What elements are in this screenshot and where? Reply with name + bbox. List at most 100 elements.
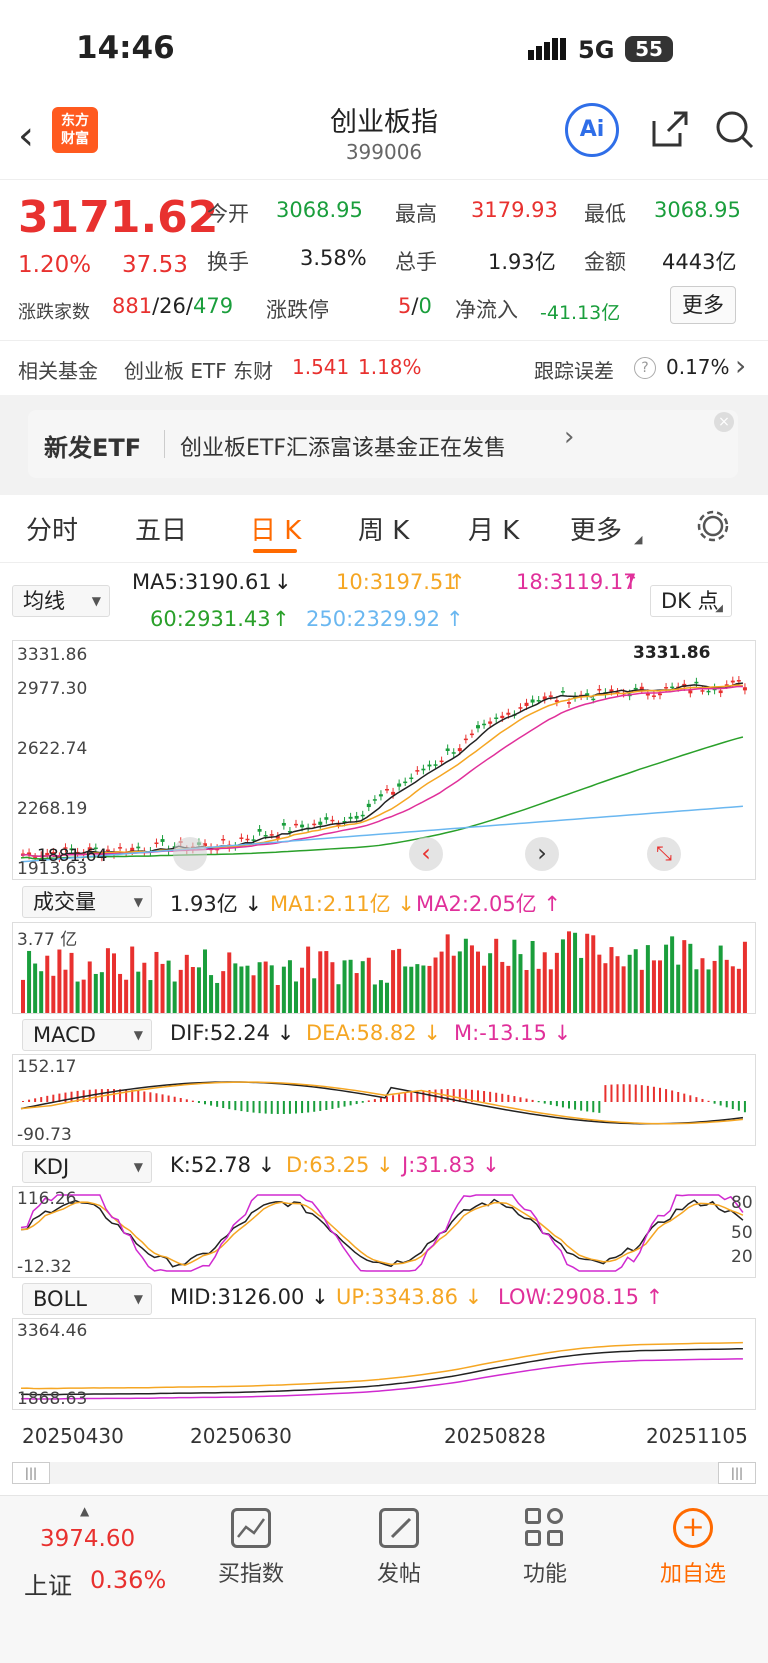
fullscreen-icon[interactable]: ⤡	[647, 837, 681, 871]
close-icon[interactable]: ×	[714, 412, 734, 432]
ai-button[interactable]: Ai	[565, 103, 619, 157]
tab-five-day[interactable]: 五日	[135, 510, 187, 547]
tab-weekly-k[interactable]: 周 K	[358, 510, 409, 547]
volume-bar	[639, 969, 644, 1013]
scroll-left-icon[interactable]: ‹	[409, 837, 443, 871]
sh-index-name[interactable]: 上证	[24, 1566, 72, 1601]
kdj-y-max: 116.26	[17, 1189, 77, 1209]
volume-bar	[724, 959, 729, 1013]
volume-bar	[99, 972, 104, 1013]
volume-value: 1.93亿	[488, 250, 556, 274]
kdj-lines	[20, 1194, 744, 1272]
macd-bar	[204, 1101, 206, 1105]
functions-button[interactable]: 功能	[490, 1508, 600, 1588]
volume-bar	[130, 946, 135, 1013]
battery-icon: 55	[625, 36, 673, 62]
macd-histogram	[20, 1081, 746, 1125]
sh-index-value[interactable]: 3974.60	[40, 1526, 135, 1552]
series-line	[20, 1081, 744, 1125]
candle	[354, 815, 359, 819]
volume-bar	[615, 956, 620, 1013]
ma-selector[interactable]: 均线 ▼	[12, 585, 110, 617]
macd-bar	[355, 1101, 358, 1105]
open-label: 今开	[207, 202, 249, 226]
macd-bar	[252, 1101, 255, 1113]
volume-bar	[142, 962, 147, 1013]
buy-index-button[interactable]: 买指数	[196, 1508, 306, 1588]
volume-selector[interactable]: 成交量 ▼	[22, 886, 152, 918]
volume-bar	[427, 965, 432, 1013]
macd-bar	[94, 1089, 97, 1102]
volume-bar	[548, 969, 553, 1013]
volume-bar	[203, 949, 207, 1013]
open-value: 3068.95	[276, 198, 363, 222]
price-chart[interactable]: 3331.86 2977.30 2622.74 2268.19 1913.63 …	[12, 640, 756, 880]
more-button[interactable]: 更多	[670, 286, 736, 324]
tab-more[interactable]: 更多	[570, 510, 622, 547]
volume-bar	[257, 962, 262, 1013]
tab-daily-k[interactable]: 日 K	[250, 510, 301, 547]
dk-point-button[interactable]: DK 点 ◢	[650, 585, 732, 617]
macd-bar	[392, 1095, 395, 1102]
boll-selector[interactable]: BOLL ▼	[22, 1283, 152, 1315]
network-label: 5G	[578, 36, 615, 64]
ma18-arrow: ↑	[622, 570, 640, 594]
macd-bar	[665, 1089, 668, 1102]
macd-bar	[719, 1101, 722, 1106]
sh-index-pct[interactable]: 0.36%	[90, 1566, 166, 1594]
volume-bar	[27, 950, 32, 1013]
macd-chart[interactable]: 152.17 -90.73	[12, 1054, 756, 1146]
volume-bar	[69, 952, 74, 1013]
candle	[221, 838, 226, 841]
scroll-handle-left[interactable]: |||	[12, 1462, 50, 1484]
kdj-chart[interactable]: 116.26 -12.32 80 50 20	[12, 1186, 756, 1278]
macd-bar	[568, 1101, 570, 1109]
boll-y-min: 1868.63	[17, 1389, 88, 1409]
macd-bar	[143, 1091, 146, 1102]
banner-divider	[164, 430, 165, 458]
etf-banner[interactable]: 新发ETF 创业板ETF汇添富该基金正在发售 › ×	[28, 410, 738, 478]
post-button[interactable]: 发帖	[344, 1508, 454, 1588]
search-icon[interactable]	[714, 109, 756, 155]
macd-bar	[549, 1101, 552, 1105]
tab-monthly-k[interactable]: 月 K	[468, 510, 519, 547]
volume-bar	[287, 960, 292, 1013]
volume-bar	[645, 945, 650, 1013]
scroll-right-icon[interactable]: ›	[525, 837, 559, 871]
candle	[118, 847, 123, 849]
volume-bar	[263, 961, 268, 1013]
volume-bar	[118, 973, 123, 1013]
scroll-handle-right[interactable]: |||	[718, 1462, 756, 1484]
candle	[518, 707, 523, 709]
macd-bar	[197, 1101, 200, 1103]
ma18-value: 18:3119.17	[516, 570, 637, 594]
volume-bar	[275, 984, 280, 1013]
add-icon[interactable]	[173, 837, 207, 871]
related-fund-row[interactable]: 相关基金 创业板 ETF 东财 1.541 1.18% 跟踪误差 ? 0.17%…	[0, 340, 768, 395]
volume-chart[interactable]: 3.77 亿	[12, 922, 756, 1014]
volume-bar	[536, 968, 541, 1013]
share-icon[interactable]	[648, 109, 690, 155]
range-scrollbar[interactable]: ||| |||	[12, 1462, 756, 1484]
candle	[154, 842, 159, 845]
macd-bar	[404, 1093, 407, 1102]
volume-bar	[627, 954, 632, 1013]
fund-label: 相关基金	[18, 359, 98, 383]
volume-bar	[330, 962, 335, 1013]
bottom-toolbar: ▲ 3974.60 上证 0.36% 买指数 发帖 功能 + 加自选	[0, 1495, 768, 1663]
boll-chart[interactable]: 3364.46 1868.63	[12, 1318, 756, 1410]
amount-value: 4443亿	[662, 250, 737, 274]
macd-y-max: 152.17	[17, 1057, 77, 1077]
candle	[397, 783, 402, 787]
help-icon[interactable]: ?	[634, 357, 656, 379]
gear-icon[interactable]	[696, 509, 730, 547]
macd-bar	[331, 1101, 334, 1109]
volume-bar	[209, 975, 214, 1013]
volume-bar	[603, 963, 608, 1013]
macd-selector[interactable]: MACD ▼	[22, 1019, 152, 1051]
add-watchlist-button[interactable]: + 加自选	[638, 1508, 748, 1588]
tab-intraday[interactable]: 分时	[26, 510, 78, 547]
macd-bar	[410, 1092, 413, 1102]
volume-bar	[445, 934, 450, 1013]
kdj-selector[interactable]: KDJ ▼	[22, 1151, 152, 1183]
